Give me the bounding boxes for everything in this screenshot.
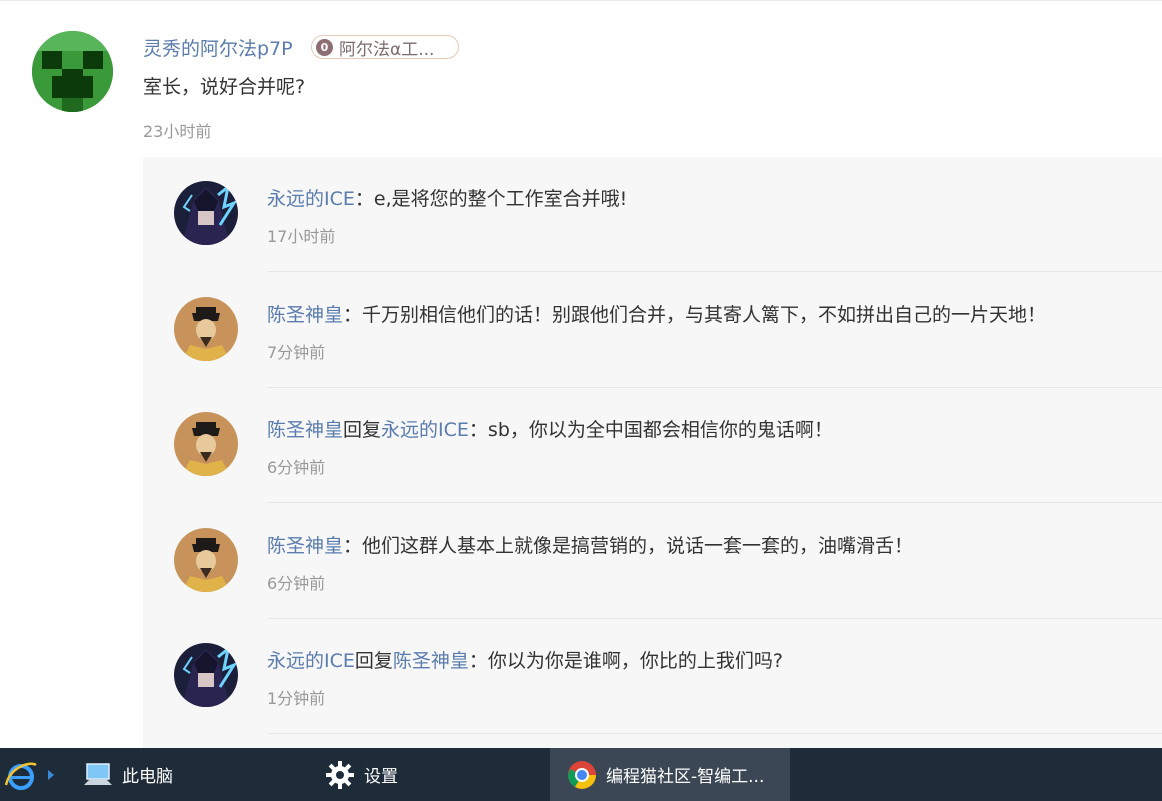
taskbar-this-pc[interactable]: 此电脑 — [82, 748, 242, 801]
reply-item: 陈圣神皇回复永远的ICE：sb，你以为全中国都会相信你的鬼话啊！ 6分钟前 — [143, 388, 1162, 504]
badge-text: 阿尔法α工... — [339, 39, 435, 60]
reply-author[interactable]: 陈圣神皇 — [267, 304, 343, 326]
reply-text: ：e,是将您的整个工作室合并哦! — [354, 188, 628, 210]
main-comment-author[interactable]: 灵秀的阿尔法p7P — [143, 34, 293, 61]
reply-target[interactable]: 陈圣神皇 — [393, 650, 469, 672]
replies-panel: 永远的ICE：e,是将您的整个工作室合并哦! 17小时前 陈圣神皇：千万别相信他… — [143, 157, 1162, 748]
reply-content: 永远的ICE回复陈圣神皇：你以为你是谁啊，你比的上我们吗? — [267, 646, 783, 673]
emperor-avatar-image — [174, 412, 238, 476]
reply-time: 1分钟前 — [267, 689, 326, 708]
creeper-avatar-image — [32, 31, 113, 112]
reply-divider — [267, 271, 1162, 272]
gear-icon — [326, 760, 354, 789]
top-divider — [0, 0, 1162, 1]
anime-avatar-image — [174, 643, 238, 707]
reply-content: 永远的ICE：e,是将您的整个工作室合并哦! — [267, 184, 627, 211]
taskbar: 此电脑 设置 编程猫社区-智编工... — [0, 748, 1162, 801]
reply-content: 陈圣神皇回复永远的ICE：sb，你以为全中国都会相信你的鬼话啊！ — [267, 415, 833, 442]
reply-item: 陈圣神皇：他们这群人基本上就像是搞营销的，说话一套一套的，油嘴滑舌！ 6分钟前 — [143, 504, 1162, 620]
reply-avatar[interactable] — [174, 297, 238, 361]
reply-time: 7分钟前 — [267, 343, 326, 362]
reply-content: 陈圣神皇：他们这群人基本上就像是搞营销的，说话一套一套的，油嘴滑舌！ — [267, 531, 913, 558]
reply-author[interactable]: 永远的ICE — [267, 188, 355, 210]
reply-target[interactable]: 永远的ICE — [381, 419, 469, 441]
taskbar-label: 此电脑 — [122, 767, 173, 787]
taskbar-settings[interactable]: 设置 — [324, 748, 464, 801]
emperor-avatar-image — [174, 297, 238, 361]
reply-author[interactable]: 永远的ICE — [267, 650, 355, 672]
reply-item: 永远的ICE回复陈圣神皇：你以为你是谁啊，你比的上我们吗? 1分钟前 — [143, 619, 1162, 735]
reply-text: ：你以为你是谁啊，你比的上我们吗? — [468, 650, 784, 672]
reply-text: ：他们这群人基本上就像是搞营销的，说话一套一套的，油嘴滑舌！ — [343, 535, 914, 557]
reply-author[interactable]: 陈圣神皇 — [267, 535, 343, 557]
main-comment-avatar[interactable] — [32, 31, 113, 112]
expand-arrow-icon[interactable] — [48, 770, 54, 780]
user-title-badge[interactable]: 0 阿尔法α工... — [311, 35, 459, 60]
reply-time: 17小时前 — [267, 227, 336, 246]
reply-divider — [267, 733, 1162, 734]
taskbar-label: 设置 — [364, 767, 398, 787]
reply-text: ：千万别相信他们的话！别跟他们合并，与其寄人篱下，不如拼出自己的一片天地！ — [343, 304, 1047, 326]
chrome-icon — [568, 760, 596, 789]
reply-time: 6分钟前 — [267, 458, 326, 477]
reply-author[interactable]: 陈圣神皇 — [267, 419, 343, 441]
reply-text: ：sb，你以为全中国都会相信你的鬼话啊！ — [468, 419, 833, 441]
taskbar-chrome-window[interactable]: 编程猫社区-智编工... — [550, 748, 790, 801]
reply-word: 回复 — [354, 650, 393, 672]
main-comment-time: 23小时前 — [143, 122, 212, 141]
reply-avatar[interactable] — [174, 643, 238, 707]
reply-avatar[interactable] — [174, 181, 238, 245]
ie-icon[interactable] — [4, 759, 38, 793]
badge-level: 0 — [316, 38, 333, 56]
computer-icon — [84, 762, 112, 785]
taskbar-label: 编程猫社区-智编工... — [606, 767, 765, 787]
reply-avatar[interactable] — [174, 528, 238, 592]
reply-item: 永远的ICE：e,是将您的整个工作室合并哦! 17小时前 — [143, 157, 1162, 273]
emperor-avatar-image — [174, 528, 238, 592]
reply-avatar[interactable] — [174, 412, 238, 476]
main-comment-text: 室长，说好合并呢? — [143, 76, 306, 98]
reply-content: 陈圣神皇：千万别相信他们的话！别跟他们合并，与其寄人篱下，不如拼出自己的一片天地… — [267, 300, 1046, 327]
anime-avatar-image — [174, 181, 238, 245]
reply-time: 6分钟前 — [267, 574, 326, 593]
reply-item: 陈圣神皇：千万别相信他们的话！别跟他们合并，与其寄人篱下，不如拼出自己的一片天地… — [143, 273, 1162, 389]
reply-word: 回复 — [343, 419, 382, 441]
reply-divider — [267, 502, 1162, 503]
